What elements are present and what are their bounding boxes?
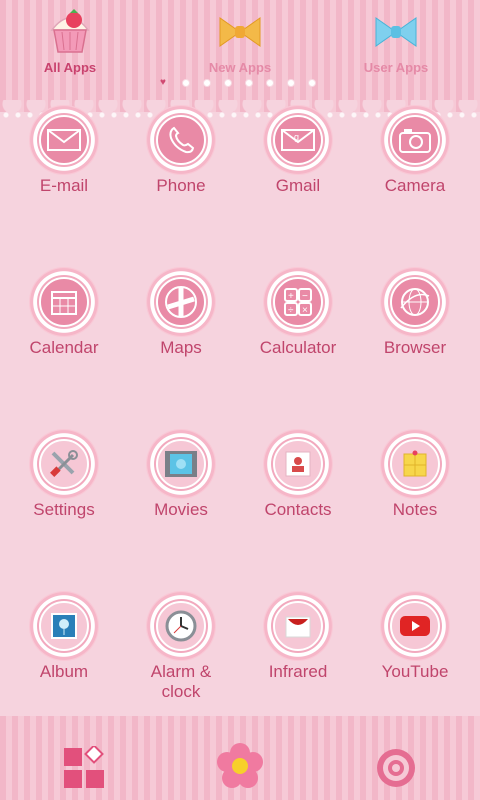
app-label: YouTube bbox=[381, 662, 449, 681]
tab-label: User Apps bbox=[363, 60, 429, 75]
envelope-icon bbox=[28, 104, 100, 176]
page-dot bbox=[245, 78, 253, 87]
globe-icon bbox=[379, 266, 451, 338]
app-notes[interactable]: Notes bbox=[355, 428, 475, 520]
phone-handset-icon bbox=[145, 104, 217, 176]
tab-label: New Apps bbox=[208, 60, 272, 75]
youtube-icon bbox=[379, 590, 451, 662]
cupcake-icon bbox=[40, 4, 100, 56]
app-label: Calendar bbox=[29, 338, 99, 357]
tools-icon bbox=[28, 428, 100, 500]
ribbon-bow-icon bbox=[210, 4, 270, 56]
app-label: Settings bbox=[33, 500, 95, 519]
svg-text:−: − bbox=[302, 291, 308, 302]
svg-text:g: g bbox=[294, 132, 299, 142]
app-label: E-mail bbox=[39, 176, 89, 195]
app-movies[interactable]: Movies bbox=[121, 428, 241, 520]
settings-gear-icon[interactable] bbox=[374, 746, 418, 790]
app-calendar[interactable]: Calendar bbox=[4, 266, 124, 358]
page-dot bbox=[224, 78, 232, 87]
app-contacts[interactable]: Contacts bbox=[238, 428, 358, 520]
svg-text:÷: ÷ bbox=[288, 305, 294, 316]
app-label: Alarm & clock bbox=[150, 662, 212, 701]
app-label: Calculator bbox=[259, 338, 337, 357]
app-label: Contacts bbox=[264, 500, 332, 519]
app-email[interactable]: E-mail bbox=[4, 104, 124, 196]
page-dot bbox=[287, 78, 295, 87]
page-indicator: ♥ bbox=[160, 77, 316, 88]
tab-new-apps[interactable]: New Apps bbox=[180, 4, 300, 75]
ribbon-bow-icon bbox=[366, 4, 426, 56]
app-camera[interactable]: Camera bbox=[355, 104, 475, 196]
app-phone[interactable]: Phone bbox=[121, 104, 241, 196]
clock-icon bbox=[145, 590, 217, 662]
app-maps[interactable]: Maps bbox=[121, 266, 241, 358]
envelope-icon: g bbox=[262, 104, 334, 176]
app-label: Gmail bbox=[275, 176, 321, 195]
calculator-icon: + − ÷ × bbox=[262, 266, 334, 338]
app-label: Infrared bbox=[268, 662, 328, 681]
app-alarm-clock[interactable]: Alarm & clock bbox=[121, 590, 241, 702]
page-dot bbox=[266, 78, 274, 87]
heart-icon: ♥ bbox=[160, 77, 166, 88]
app-label: Maps bbox=[160, 338, 202, 357]
bottom-dock bbox=[0, 716, 480, 800]
flower-home-icon[interactable] bbox=[216, 742, 264, 790]
app-youtube[interactable]: YouTube bbox=[355, 590, 475, 682]
app-grid: E-mail Phone g Gmail Camera Calendar Map… bbox=[0, 104, 480, 712]
app-gmail[interactable]: g Gmail bbox=[238, 104, 358, 196]
tab-label: All Apps bbox=[43, 60, 97, 75]
app-label: Phone bbox=[156, 176, 206, 195]
app-album[interactable]: Album bbox=[4, 590, 124, 682]
page-dot bbox=[308, 78, 316, 87]
calendar-icon bbox=[28, 266, 100, 338]
svg-text:+: + bbox=[288, 291, 294, 302]
app-label: Album bbox=[39, 662, 89, 681]
photo-icon bbox=[28, 590, 100, 662]
tab-all-apps[interactable]: All Apps bbox=[10, 4, 130, 75]
app-settings[interactable]: Settings bbox=[4, 428, 124, 520]
app-label: Browser bbox=[383, 338, 447, 357]
app-infrared[interactable]: Infrared bbox=[238, 590, 358, 682]
app-drawer-header: All Apps New Apps User Apps ♥ bbox=[0, 0, 480, 112]
app-label: Movies bbox=[154, 500, 208, 519]
app-label: Camera bbox=[384, 176, 446, 195]
widgets-icon[interactable] bbox=[62, 744, 106, 790]
map-icon bbox=[145, 266, 217, 338]
camera-icon bbox=[379, 104, 451, 176]
app-calculator[interactable]: + − ÷ × Calculator bbox=[238, 266, 358, 358]
infrared-icon bbox=[262, 590, 334, 662]
app-label: Notes bbox=[392, 500, 438, 519]
contact-card-icon bbox=[262, 428, 334, 500]
page-dot bbox=[182, 78, 190, 87]
film-icon bbox=[145, 428, 217, 500]
app-browser[interactable]: Browser bbox=[355, 266, 475, 358]
svg-text:×: × bbox=[302, 305, 308, 316]
page-dot bbox=[203, 78, 211, 87]
sticky-note-icon bbox=[379, 428, 451, 500]
tab-user-apps[interactable]: User Apps bbox=[336, 4, 456, 75]
